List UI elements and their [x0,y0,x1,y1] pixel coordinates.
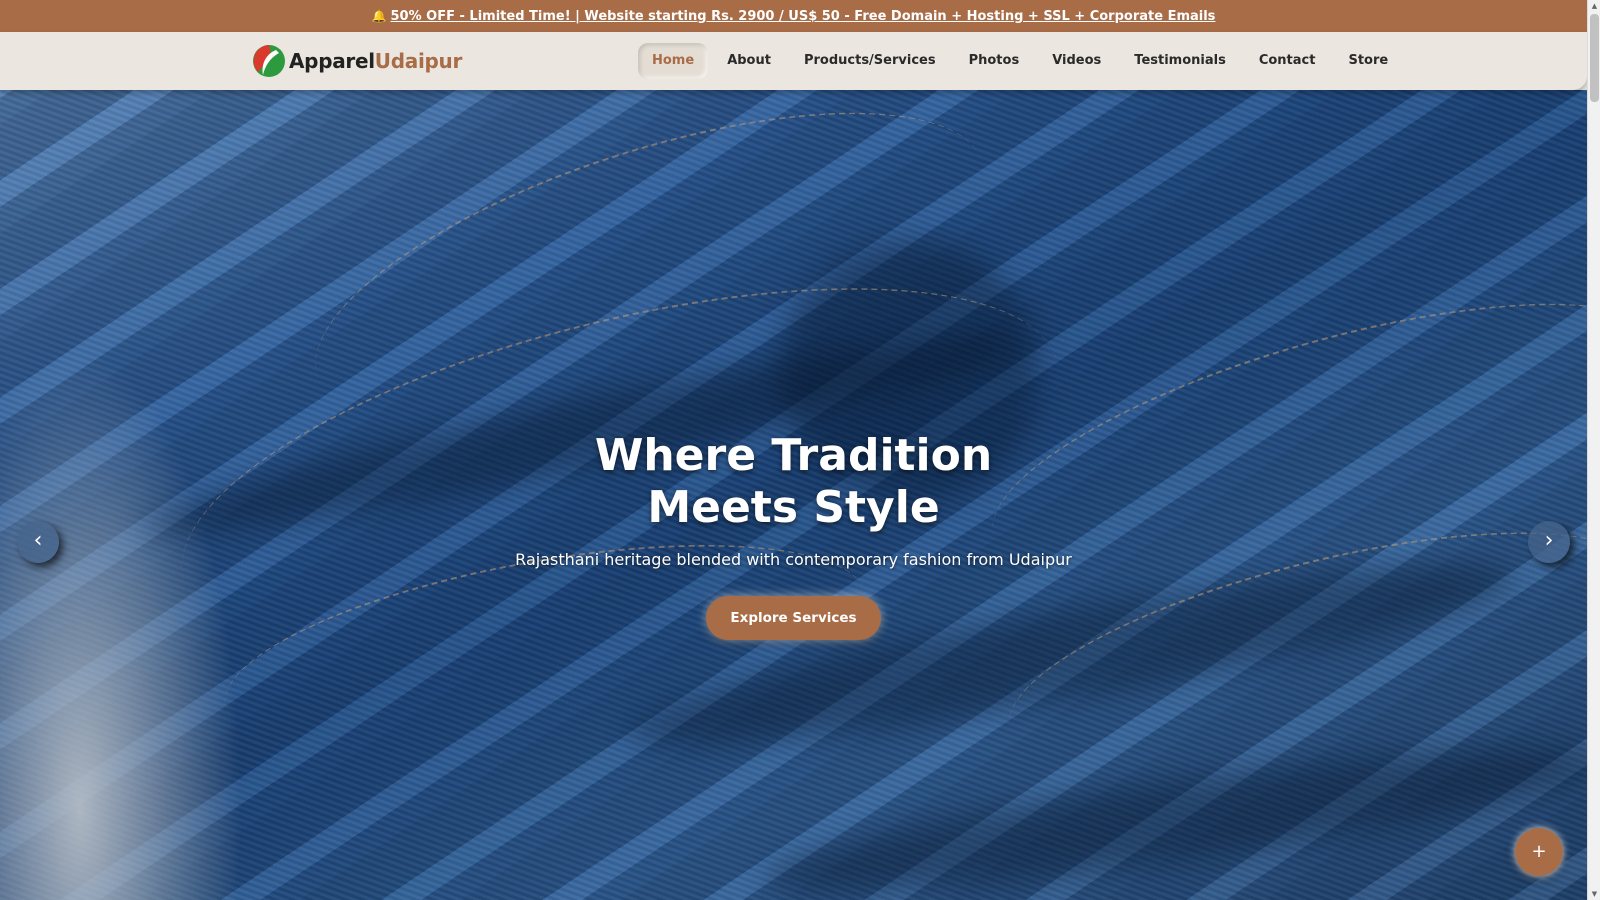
nav-home[interactable]: Home [638,43,709,79]
bell-icon: 🔔 [371,8,387,23]
chevron-left-icon: ‹ [33,528,43,553]
scroll-up-icon[interactable]: ▲ [1588,0,1600,12]
nav-videos[interactable]: Videos [1038,43,1115,79]
promo-link[interactable]: 🔔 50% OFF - Limited Time! | Website start… [372,9,1216,24]
logo-text-udaipur: Udaipur [374,49,463,73]
scrollbar-thumb[interactable] [1590,14,1599,102]
promo-text: 50% OFF - Limited Time! | Website starti… [390,8,1216,24]
hero-title: Where Tradition Meets Style [594,430,993,533]
logo-text-apparel: Apparel [289,49,375,73]
explore-services-button[interactable]: Explore Services [706,596,881,640]
floating-action-button[interactable]: + [1515,828,1563,876]
hero-subtitle: Rajasthani heritage blended with contemp… [515,550,1072,569]
scroll-down-icon[interactable]: ▼ [1588,888,1600,900]
nav-products-services[interactable]: Products/Services [790,43,950,79]
plus-icon: + [1531,841,1547,862]
carousel-prev-button[interactable]: ‹ [17,521,59,563]
site-header: ApparelUdaipur Home About Products/Servi… [0,32,1587,90]
promo-banner: 🔔 50% OFF - Limited Time! | Website start… [0,0,1587,32]
hero-carousel: Where Tradition Meets Style Rajasthani h… [0,90,1587,900]
page-scrollbar[interactable]: ▲ ▼ [1587,0,1600,900]
logo-icon [253,45,285,77]
site-logo[interactable]: ApparelUdaipur [252,44,462,78]
nav-testimonials[interactable]: Testimonials [1120,43,1240,79]
carousel-next-button[interactable]: › [1528,521,1570,563]
nav-photos[interactable]: Photos [955,43,1034,79]
main-nav: Home About Products/Services Photos Vide… [638,43,1407,79]
hero-content: Where Tradition Meets Style Rajasthani h… [0,430,1587,640]
nav-about[interactable]: About [713,43,785,79]
chevron-right-icon: › [1544,528,1554,553]
nav-contact[interactable]: Contact [1245,43,1330,79]
nav-store[interactable]: Store [1334,43,1402,79]
